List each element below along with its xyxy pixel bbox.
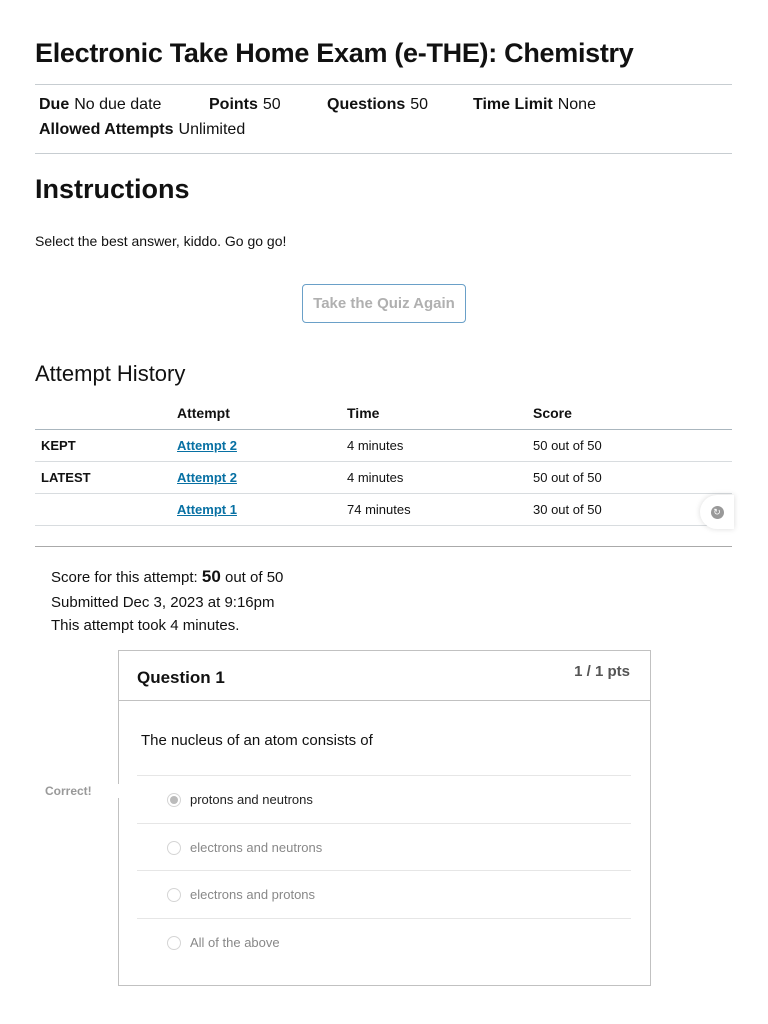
instructions-heading: Instructions <box>35 174 190 204</box>
time-cell: 4 minutes <box>347 429 533 462</box>
points: Points 50 <box>209 96 281 114</box>
time-cell: 4 minutes <box>347 461 533 494</box>
column-header-time: Time <box>347 398 533 430</box>
points-value: 50 <box>262 96 281 113</box>
radio-icon <box>167 840 181 855</box>
help-icon: ↻ <box>710 505 724 519</box>
radio-icon <box>167 887 181 902</box>
divider <box>35 546 732 547</box>
answer-label: electrons and neutrons <box>190 840 323 855</box>
attempt-link[interactable]: Attempt 2 <box>177 438 237 453</box>
answer-option[interactable]: protons and neutrons <box>137 775 631 823</box>
attempt-history-table: Attempt Time Score KEPT Attempt 2 4 minute… <box>35 398 732 526</box>
questions: Questions 50 <box>327 96 428 114</box>
table-row: LATEST Attempt 2 4 minutes 50 out of 50 <box>35 461 732 494</box>
attempt-history-heading: Attempt History <box>35 361 186 386</box>
time-limit-value: None <box>557 96 596 113</box>
due: Due No due date <box>39 96 161 114</box>
row-label: KEPT <box>35 429 177 462</box>
answer-label: protons and neutrons <box>190 792 313 807</box>
table-row: KEPT Attempt 2 4 minutes 50 out of 50 <box>35 429 732 462</box>
answer-label: electrons and protons <box>190 887 316 902</box>
score-suffix: out of 50 <box>225 569 284 586</box>
radio-icon <box>167 935 181 950</box>
attempt-link[interactable]: Attempt 2 <box>177 470 237 485</box>
question-points: 1 / 1 pts <box>574 663 630 680</box>
question-title: Question 1 <box>137 668 225 687</box>
instructions-text: Select the best answer, kiddo. Go go go! <box>35 233 287 249</box>
score-cell: 50 out of 50 <box>533 429 732 462</box>
duration-text: This attempt took 4 minutes. <box>51 617 240 634</box>
divider <box>35 153 732 154</box>
time-cell: 74 minutes <box>347 493 533 526</box>
answer-label: All of the above <box>190 935 280 950</box>
score-value: 50 <box>201 567 221 586</box>
answer-option[interactable]: electrons and neutrons <box>137 823 631 871</box>
divider <box>35 84 732 85</box>
column-header <box>35 398 177 430</box>
row-label: LATEST <box>35 461 177 494</box>
time-limit: Time Limit None <box>473 96 596 114</box>
row-label <box>35 493 177 526</box>
due-value: No due date <box>74 96 162 113</box>
due-label: Due <box>39 96 70 113</box>
radio-selected-icon <box>167 792 181 807</box>
question-header: Question 1 1 / 1 pts <box>119 651 650 701</box>
column-header-attempt: Attempt <box>177 398 347 430</box>
attempts-value: Unlimited <box>178 121 246 138</box>
table-row: Attempt 1 74 minutes 30 out of 50 <box>35 493 732 526</box>
score-prefix: Score for this attempt: <box>51 569 198 586</box>
attempt-link[interactable]: Attempt 1 <box>177 502 237 517</box>
submitted-text: Submitted Dec 3, 2023 at 9:16pm <box>51 594 275 611</box>
question-text: The nucleus of an atom consists of <box>141 732 373 749</box>
question-card: Question 1 1 / 1 pts The nucleus of an a… <box>118 650 651 986</box>
correct-label: Correct! <box>45 784 122 798</box>
score-cell: 50 out of 50 <box>533 461 732 494</box>
attempt-score: Score for this attempt: 50 out of 50 <box>51 567 283 587</box>
points-label: Points <box>209 96 258 113</box>
take-quiz-again-button[interactable]: Take the Quiz Again <box>302 284 466 323</box>
column-header-score: Score <box>533 398 732 430</box>
questions-value: 50 <box>410 96 429 113</box>
time-limit-label: Time Limit <box>473 96 553 113</box>
page-title: Electronic Take Home Exam (e-THE): Chemi… <box>35 38 634 68</box>
floating-help-button[interactable]: ↻ <box>700 495 734 529</box>
answer-option[interactable]: electrons and protons <box>137 870 631 918</box>
attempts-label: Allowed Attempts <box>39 121 174 138</box>
questions-label: Questions <box>327 96 406 113</box>
allowed-attempts: Allowed Attempts Unlimited <box>39 121 245 139</box>
answer-option[interactable]: All of the above <box>137 918 631 966</box>
